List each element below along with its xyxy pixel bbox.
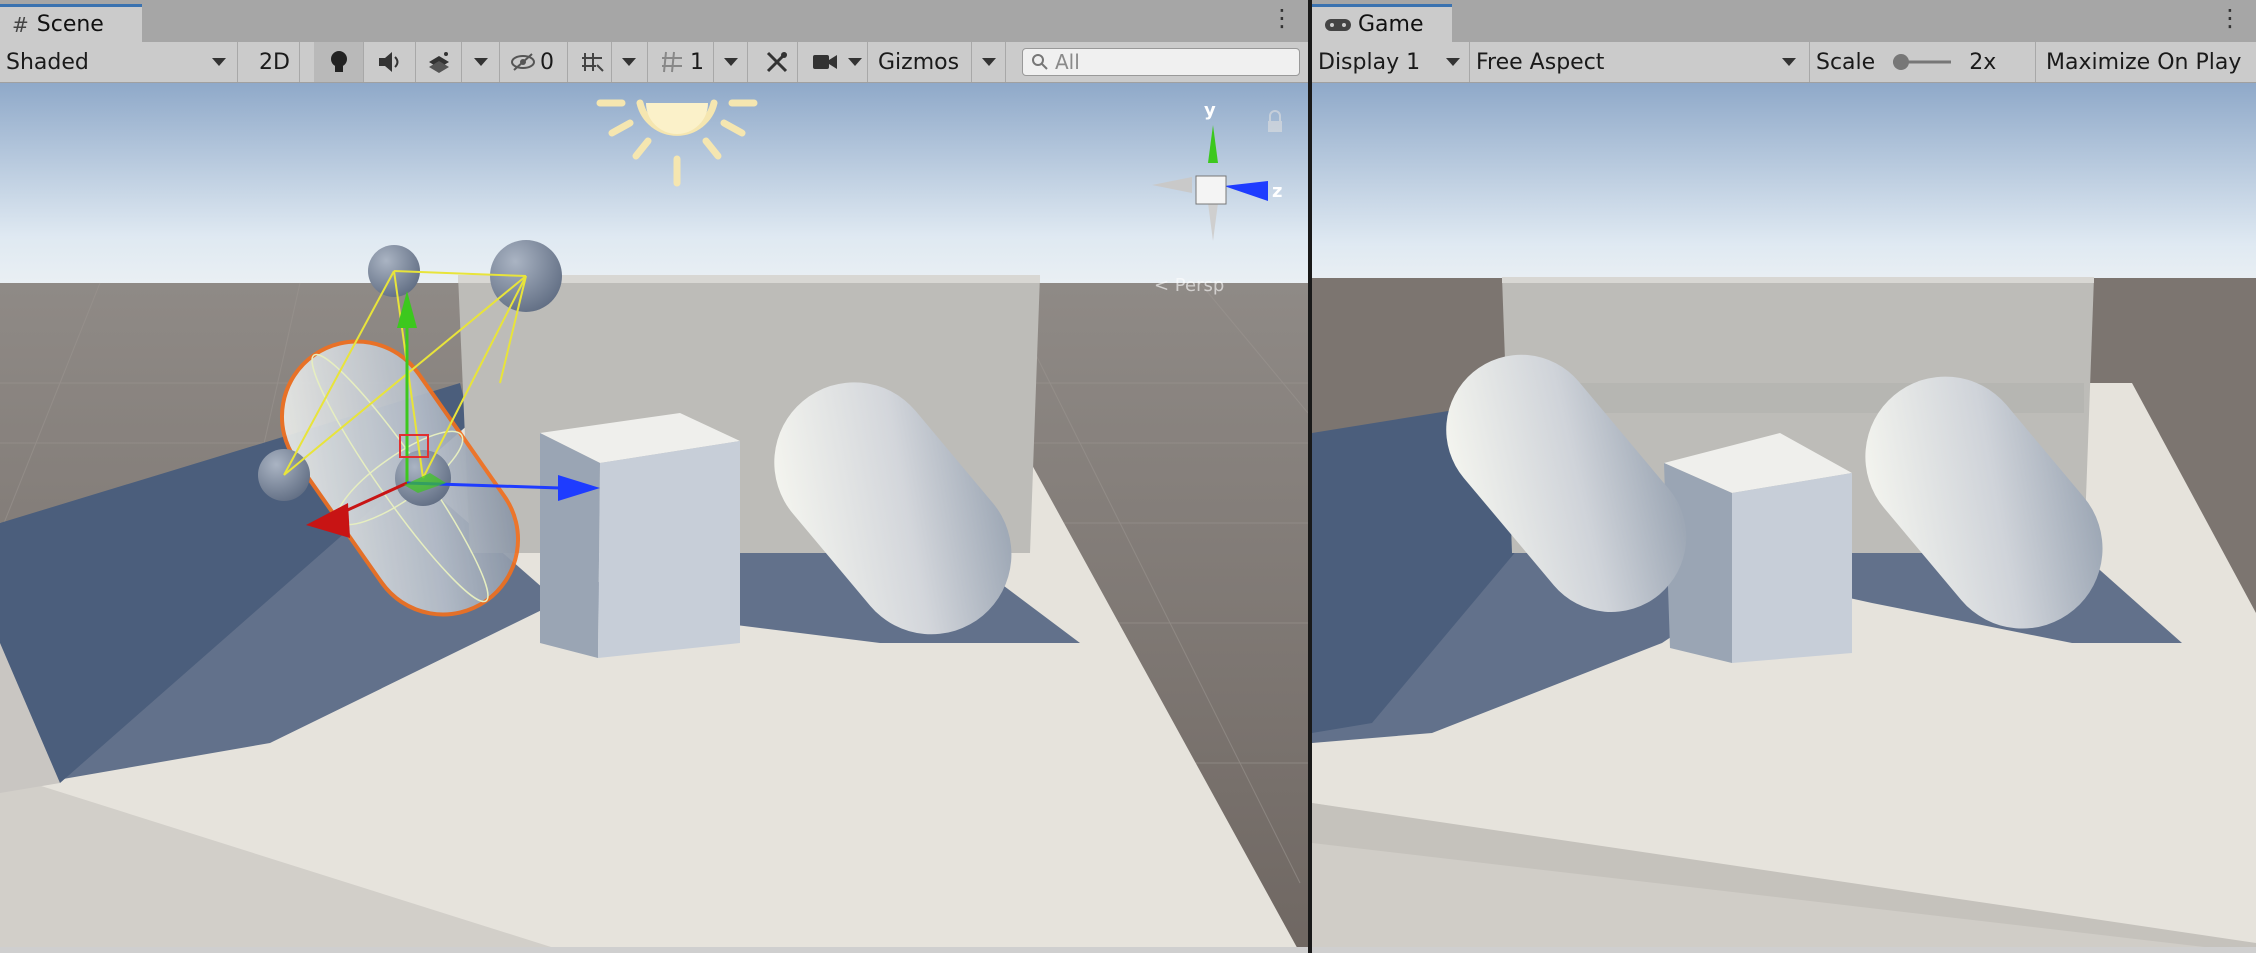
grid-snap-icon	[581, 53, 604, 72]
grid-dropdown[interactable]	[714, 42, 748, 82]
scale-control[interactable]: Scale 2x	[1810, 42, 2036, 82]
game-bottom-edge	[1312, 947, 2256, 953]
shading-mode-dropdown[interactable]: Shaded	[0, 42, 238, 82]
scale-value: 2x	[1969, 49, 1997, 75]
game-viewport[interactable]	[1312, 83, 2256, 953]
audio-toggle-button[interactable]	[364, 42, 416, 82]
scene-view-panel: # Scene ⋮ Shaded 2D 0 1 Gizmos All y z <…	[0, 0, 1308, 953]
scene-visibility-button[interactable]: 0	[504, 42, 568, 82]
scale-slider[interactable]	[1891, 52, 1955, 72]
search-icon	[1032, 54, 1048, 70]
chevron-down-icon	[212, 58, 226, 66]
grid-snapping-dropdown[interactable]	[612, 42, 648, 82]
chevron-down-icon	[1782, 58, 1796, 66]
chevron-down-icon	[622, 58, 636, 66]
grid-hash-icon: #	[12, 12, 29, 37]
display-label: Display 1	[1318, 49, 1421, 75]
chevron-down-icon	[1446, 58, 1460, 66]
tab-scene[interactable]: # Scene	[0, 4, 142, 42]
slider-thumb[interactable]	[1893, 54, 1910, 70]
axis-y-label: y	[1204, 100, 1216, 121]
aspect-dropdown[interactable]: Free Aspect	[1470, 42, 1810, 82]
effects-toggle-button[interactable]	[416, 42, 462, 82]
camera-icon	[813, 55, 837, 69]
gizmos-button[interactable]: Gizmos	[872, 42, 972, 82]
game-render	[1312, 83, 2256, 953]
gizmos-label: Gizmos	[878, 49, 960, 75]
game-toolbar: Display 1 Free Aspect Scale 2x Maximize …	[1312, 42, 2256, 83]
search-placeholder: All	[1055, 50, 1080, 74]
scene-viewport[interactable]: y z < Persp	[0, 83, 1308, 953]
tab-game[interactable]: Game	[1312, 4, 1452, 42]
display-dropdown[interactable]: Display 1	[1312, 42, 1470, 82]
2d-toggle-button[interactable]: 2D	[250, 42, 300, 82]
shading-mode-label: Shaded	[6, 49, 89, 75]
gizmos-dropdown[interactable]	[972, 42, 1006, 82]
scene-toolbar: Shaded 2D 0 1 Gizmos All	[0, 42, 1308, 83]
axis-z-label: z	[1272, 181, 1282, 202]
grid-visibility-button[interactable]: 1	[654, 42, 714, 82]
maximize-label: Maximize On Play	[2046, 49, 2242, 75]
camera-settings-button[interactable]	[806, 42, 868, 82]
game-view-panel: Game ⋮ Display 1 Free Aspect Scale 2x Ma…	[1312, 0, 2256, 953]
light-bulb-icon	[330, 51, 347, 72]
scene-tab-bar: # Scene ⋮	[0, 0, 1308, 43]
chevron-down-icon	[474, 58, 488, 66]
scene-search-input[interactable]: All	[1022, 48, 1300, 76]
chevron-down-icon	[724, 58, 738, 66]
scene-render[interactable]: y z < Persp	[0, 83, 1308, 953]
scene-bottom-edge	[0, 947, 1308, 953]
2d-label: 2D	[259, 49, 290, 75]
grid-count: 1	[690, 49, 704, 75]
aspect-label: Free Aspect	[1476, 49, 1605, 75]
chevron-down-icon	[982, 58, 996, 66]
perspective-label[interactable]: < Persp	[1154, 275, 1224, 296]
lighting-toggle-button[interactable]	[314, 42, 364, 82]
tools-button[interactable]	[756, 42, 798, 82]
tools-icon	[766, 51, 787, 73]
hidden-count: 0	[540, 49, 554, 75]
effects-dropdown[interactable]	[462, 42, 500, 82]
chevron-down-icon	[848, 58, 862, 66]
speaker-icon	[378, 52, 398, 72]
tab-scene-label: Scene	[36, 12, 104, 37]
hidden-eye-icon	[511, 53, 535, 71]
scene-menu-icon[interactable]: ⋮	[1270, 6, 1294, 30]
tab-game-label: Game	[1358, 12, 1424, 37]
grid-icon	[662, 51, 682, 73]
game-tab-bar: Game ⋮	[1312, 0, 2256, 43]
maximize-on-play-toggle[interactable]: Maximize On Play	[2036, 42, 2256, 82]
scale-label: Scale	[1816, 49, 1876, 75]
game-menu-icon[interactable]: ⋮	[2218, 6, 2242, 30]
gamepad-icon	[1325, 18, 1351, 31]
layers-effects-icon	[428, 52, 449, 73]
grid-snapping-button[interactable]	[572, 42, 612, 82]
